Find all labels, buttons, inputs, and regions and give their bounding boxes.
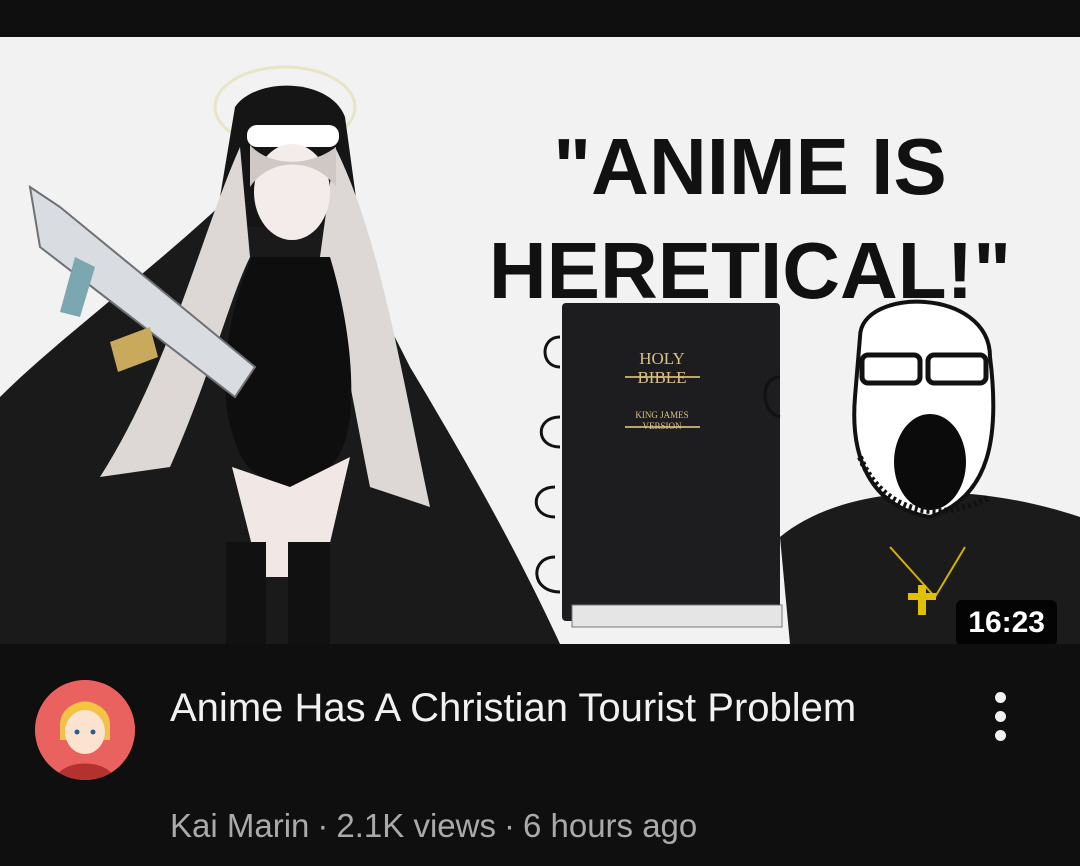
channel-name[interactable]: Kai Marin bbox=[170, 807, 309, 844]
menu-dot bbox=[994, 691, 1006, 703]
view-count: 2.1K views bbox=[336, 807, 496, 844]
nun-boot-left bbox=[226, 542, 266, 644]
thumbnail-headline: "ANIME IS HERETICAL!" bbox=[470, 115, 1030, 323]
video-info: Anime Has A Christian Tourist Problem Ka… bbox=[0, 644, 1080, 866]
nun-headband bbox=[247, 125, 339, 147]
top-bar bbox=[0, 0, 1080, 37]
video-thumbnail[interactable]: HOLY BIBLE KING JAMES VERSION "ANIME IS … bbox=[0, 37, 1080, 644]
headline-line2: HERETICAL!" bbox=[488, 226, 1012, 315]
soyjak-face bbox=[780, 299, 1080, 644]
avatar-illustration bbox=[35, 680, 135, 780]
upload-age: 6 hours ago bbox=[522, 807, 698, 844]
duration-badge: 16:23 bbox=[956, 600, 1057, 644]
menu-dot bbox=[994, 729, 1006, 741]
menu-dot bbox=[994, 710, 1006, 722]
book-title-line1: HOLY bbox=[639, 349, 685, 368]
meta-separator: · bbox=[503, 807, 515, 844]
nun-boot-right bbox=[288, 542, 330, 644]
meta-separator: · bbox=[317, 807, 329, 844]
book-subtitle-line2: VERSION bbox=[642, 421, 682, 431]
video-meta: Kai Marin · 2.1K views · 6 hours ago bbox=[170, 804, 697, 848]
holy-bible-book: HOLY BIBLE KING JAMES VERSION bbox=[562, 303, 783, 628]
book-subtitle-line1: KING JAMES bbox=[635, 410, 688, 420]
book-title-line2: BIBLE bbox=[637, 368, 686, 387]
channel-avatar[interactable] bbox=[35, 680, 135, 780]
headline-line1: "ANIME IS bbox=[553, 122, 947, 211]
more-options-icon[interactable] bbox=[980, 684, 1020, 748]
video-title[interactable]: Anime Has A Christian Tourist Problem bbox=[170, 680, 930, 736]
